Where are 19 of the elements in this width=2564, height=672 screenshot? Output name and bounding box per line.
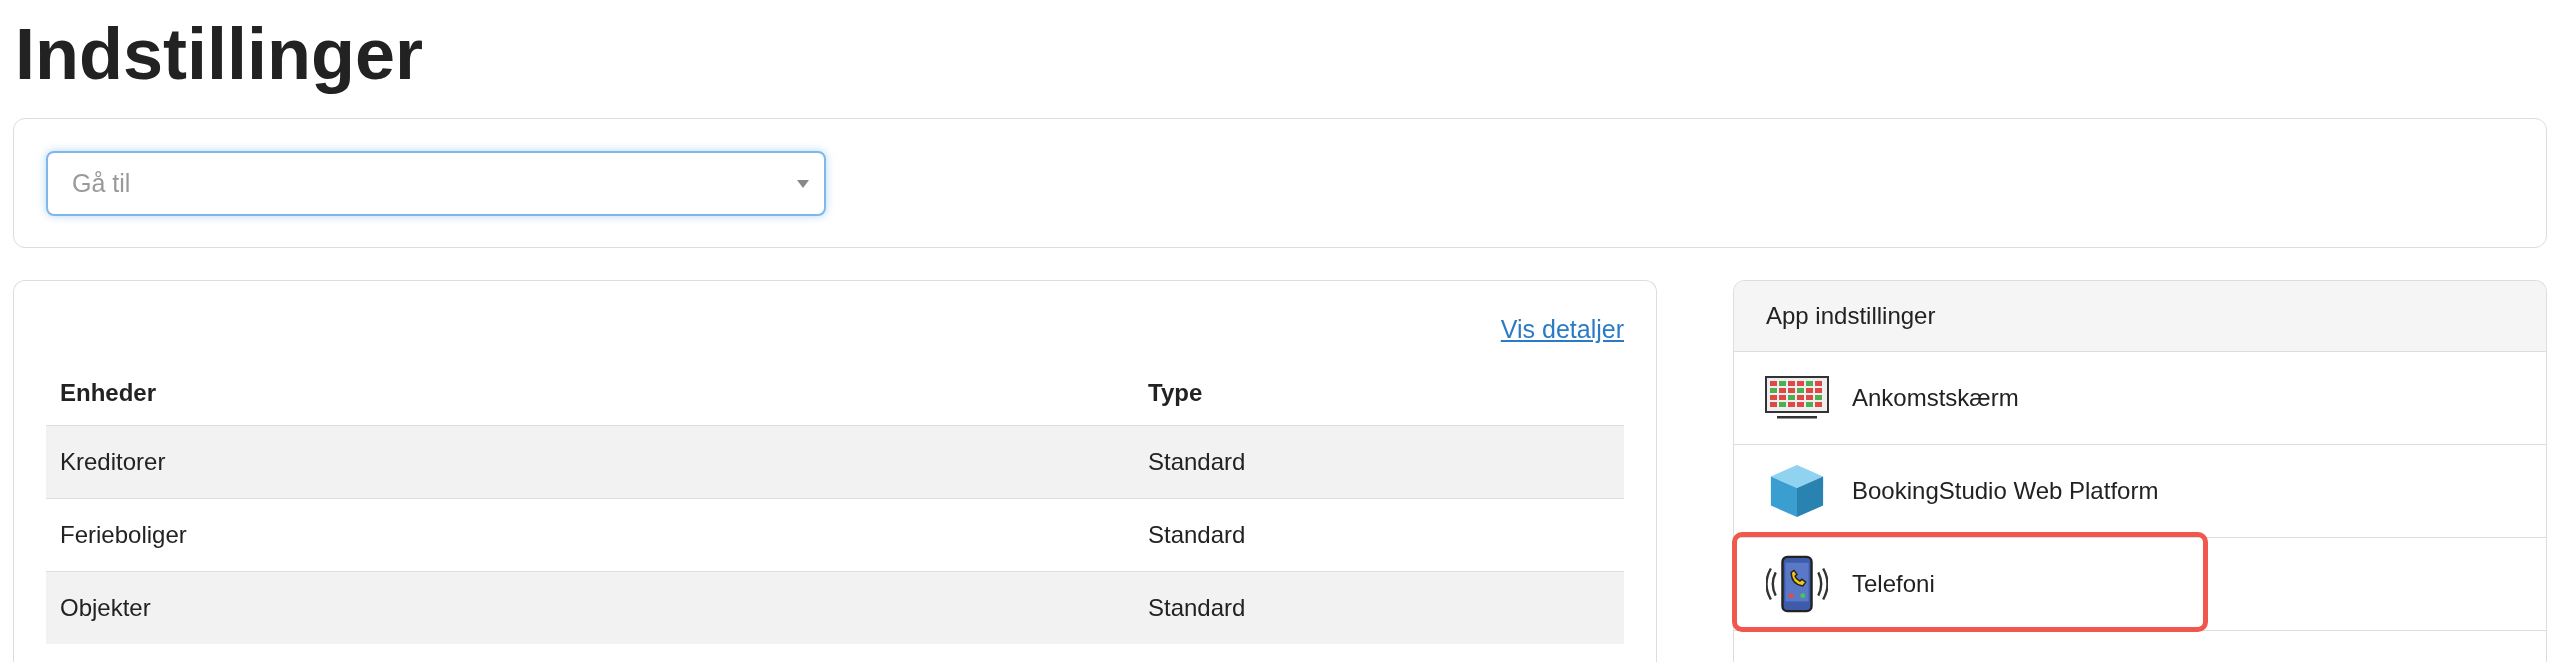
item-label: BookingStudio Web Platform (1852, 477, 2159, 505)
cube-icon (1768, 462, 1826, 520)
monitor-icon (1765, 376, 1829, 420)
details-link[interactable]: Vis detaljer (1500, 315, 1624, 361)
phone-icon (1766, 553, 1828, 615)
table-cell: Kreditorer (46, 425, 1134, 499)
table-cell: Standard (1134, 571, 1624, 644)
panel-title: App indstillinger (1766, 302, 1936, 330)
settings-item[interactable]: Telefoni (1734, 538, 2546, 631)
caret-icon (796, 178, 810, 189)
table-cell: Objekter (46, 571, 1134, 644)
table-cell: Standard (1134, 425, 1624, 499)
column-header: Enheder (46, 361, 1134, 426)
settings-item[interactable]: BookingStudio Web Platform (1734, 445, 2546, 538)
page-title: Indstillinger (15, 13, 424, 96)
settings-item[interactable]: Ankomstskærm (1734, 352, 2546, 445)
item-label: Ankomstskærm (1852, 384, 2019, 412)
column-header: Type (1134, 361, 1624, 426)
item-label: Telefoni (1852, 570, 1935, 598)
